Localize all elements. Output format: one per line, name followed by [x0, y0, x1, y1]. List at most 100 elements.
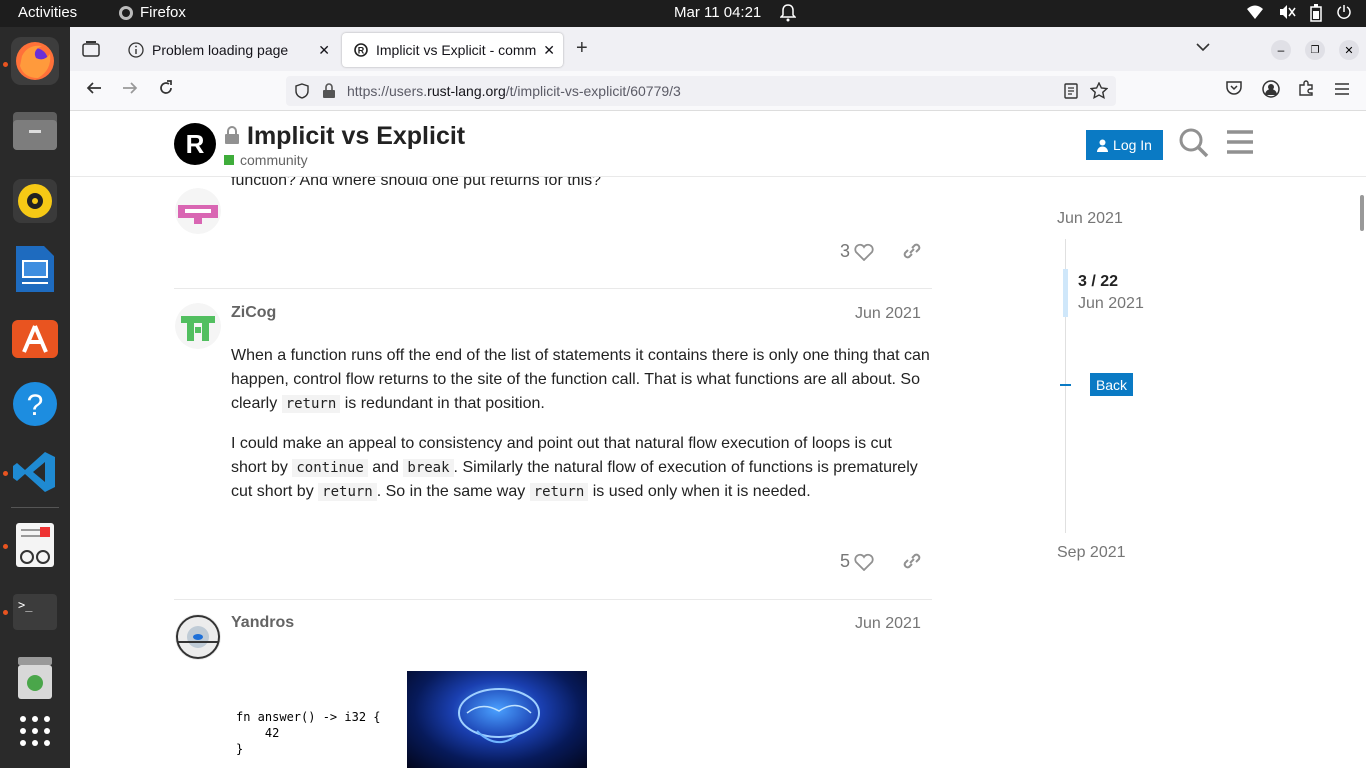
- rhythmbox-dock-icon[interactable]: [11, 177, 59, 225]
- closed-topic-lock-icon: [225, 126, 239, 144]
- help-dock-icon[interactable]: ?: [11, 380, 59, 428]
- hamburger-menu-icon[interactable]: [1226, 129, 1254, 160]
- text-run: is used only when it is needed.: [588, 483, 811, 500]
- power-icon: [1337, 5, 1351, 19]
- timeline-position: 3 / 22: [1078, 273, 1119, 290]
- category-color-square: [224, 155, 234, 165]
- user-avatar[interactable]: [175, 188, 221, 234]
- inline-code: return: [529, 483, 589, 501]
- libreoffice-writer-dock-icon[interactable]: [11, 245, 59, 293]
- timeline-scroller-handle[interactable]: [1063, 269, 1068, 317]
- close-tab-icon[interactable]: ✕: [318, 42, 330, 59]
- firefox-running-indicator: [3, 62, 8, 67]
- terminal-running-indicator: [3, 610, 8, 615]
- files-dock-icon[interactable]: [11, 106, 59, 154]
- hamburger-menu-icon[interactable]: [1334, 80, 1350, 101]
- post-date[interactable]: Jun 2021: [855, 305, 921, 323]
- shield-icon[interactable]: [294, 83, 310, 102]
- login-label: Log In: [1113, 137, 1152, 153]
- battery-icon: [1310, 4, 1322, 22]
- document-viewer-running-indicator: [3, 544, 8, 549]
- wifi-icon: [1247, 5, 1263, 19]
- tab-label: Implicit vs Explicit - comm: [376, 42, 537, 58]
- nav-bar: https://users.rust-lang.org/t/implicit-v…: [70, 71, 1366, 111]
- vscode-running-indicator: [3, 471, 8, 476]
- mute-icon: [1280, 5, 1296, 19]
- timeline-start-date[interactable]: Jun 2021: [1057, 210, 1123, 228]
- text-run: and: [367, 459, 404, 476]
- trash-dock-icon[interactable]: [11, 654, 59, 702]
- activities-button[interactable]: Activities: [18, 4, 77, 21]
- code-snippet: fn answer() -> i32 { 42 }: [236, 710, 381, 756]
- url-bar[interactable]: https://users.rust-lang.org/t/implicit-v…: [286, 76, 1116, 106]
- extensions-icon[interactable]: [1298, 80, 1314, 101]
- rust-logo-icon[interactable]: R: [174, 123, 216, 165]
- app-menu[interactable]: Firefox: [118, 4, 186, 21]
- minimize-button[interactable]: –: [1271, 40, 1291, 60]
- url-prefix: https://users.: [347, 83, 428, 99]
- pocket-icon[interactable]: [1226, 80, 1242, 101]
- post-date[interactable]: Jun 2021: [855, 615, 921, 633]
- url-domain: rust-lang.org: [427, 83, 506, 99]
- topic-title[interactable]: Implicit vs Explicit: [247, 122, 465, 151]
- share-link-icon[interactable]: [902, 552, 922, 570]
- close-tab-icon[interactable]: ✕: [543, 42, 555, 59]
- document-viewer-dock-icon[interactable]: [11, 521, 59, 569]
- bell-icon[interactable]: [779, 4, 797, 26]
- tab-problem-loading[interactable]: Problem loading page ✕: [116, 33, 338, 67]
- list-tabs-chevron-down-icon[interactable]: [1196, 39, 1210, 57]
- page-scrollbar[interactable]: [1360, 195, 1364, 231]
- timeline-end-date[interactable]: Sep 2021: [1057, 544, 1126, 562]
- app-name: Firefox: [140, 4, 186, 21]
- inline-code: return: [318, 483, 377, 501]
- like-count: 5: [840, 551, 851, 571]
- lock-icon[interactable]: [322, 83, 336, 102]
- post-paragraph-2: I could make an appeal to consistency an…: [231, 432, 931, 504]
- new-tab-button[interactable]: +: [576, 37, 588, 60]
- tab-label: Problem loading page: [152, 42, 289, 58]
- bookmark-star-icon[interactable]: [1089, 81, 1109, 103]
- brain-image[interactable]: [407, 671, 587, 768]
- text-run: is redundant in that position.: [340, 395, 545, 412]
- show-apps-icon[interactable]: [11, 707, 59, 755]
- system-top-bar: Activities Firefox Mar 11 04:21: [0, 0, 1366, 27]
- post-username[interactable]: Yandros: [231, 614, 294, 632]
- vscode-dock-icon[interactable]: [11, 448, 59, 496]
- reload-icon[interactable]: [158, 80, 174, 101]
- user-avatar[interactable]: [175, 303, 221, 349]
- site-header: R Implicit vs Explicit community Log In: [70, 111, 1366, 177]
- tab-bar: Problem loading page ✕ R Implicit vs Exp…: [70, 27, 1366, 71]
- search-icon[interactable]: [1178, 127, 1210, 164]
- like-button[interactable]: 3: [840, 241, 874, 262]
- inline-code: break: [403, 459, 454, 477]
- firefox-dock-icon[interactable]: [11, 37, 59, 85]
- category-name: community: [240, 152, 308, 168]
- close-window-button[interactable]: ✕: [1339, 40, 1359, 60]
- url-text: https://users.rust-lang.org/t/implicit-v…: [347, 83, 681, 99]
- user-avatar[interactable]: [175, 614, 221, 660]
- inline-code: return: [281, 395, 341, 413]
- terminal-dock-icon[interactable]: >_: [11, 588, 59, 636]
- back-arrow-icon[interactable]: [86, 80, 102, 101]
- post-username[interactable]: ZiCog: [231, 304, 276, 322]
- svg-text:R: R: [358, 46, 365, 56]
- forward-arrow-icon[interactable]: [122, 80, 138, 101]
- inline-code: continue: [292, 459, 368, 477]
- account-icon[interactable]: [1262, 80, 1280, 103]
- software-center-dock-icon[interactable]: [11, 312, 59, 360]
- timeline-back-button[interactable]: Back: [1090, 373, 1133, 396]
- dock-separator: [11, 507, 59, 508]
- maximize-button[interactable]: ❐: [1305, 40, 1325, 60]
- rust-favicon-icon: R: [354, 43, 368, 57]
- share-link-icon[interactable]: [902, 242, 922, 260]
- like-button[interactable]: 5: [840, 551, 874, 572]
- tab-implicit-vs-explicit[interactable]: R Implicit vs Explicit - comm ✕: [342, 33, 563, 67]
- tab-overview-icon[interactable]: [82, 40, 100, 63]
- system-tray[interactable]: [1246, 4, 1352, 22]
- web-page: R Implicit vs Explicit community Log In …: [70, 111, 1366, 768]
- timeline-last-read-marker: [1060, 384, 1071, 386]
- reader-view-icon[interactable]: [1064, 83, 1078, 102]
- category-badge[interactable]: community: [224, 152, 308, 168]
- clock[interactable]: Mar 11 04:21: [674, 4, 761, 21]
- login-button[interactable]: Log In: [1086, 130, 1163, 160]
